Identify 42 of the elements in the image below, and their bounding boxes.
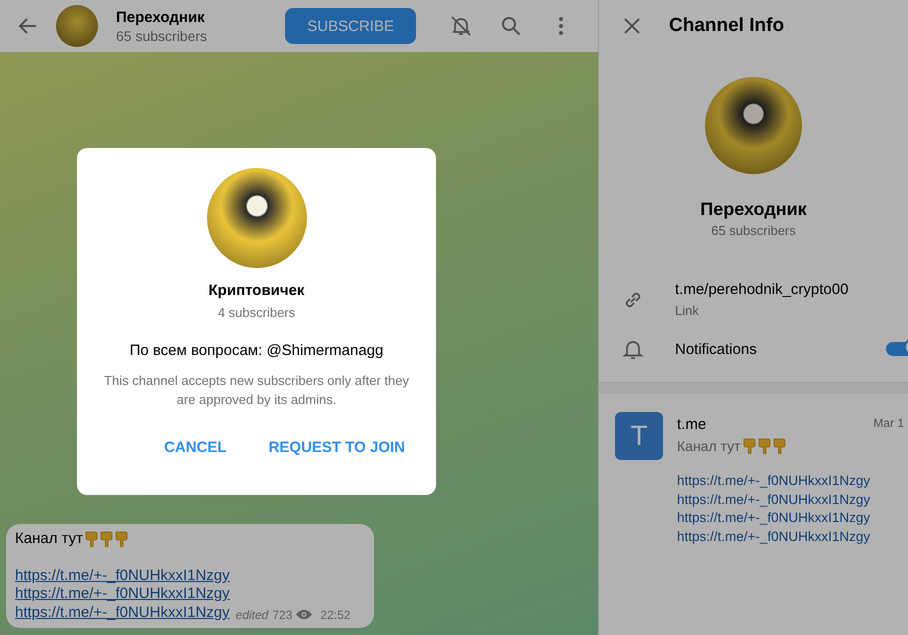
post-link[interactable]: https://t.me/+-_f0NUHkxxI1Nzgy xyxy=(677,472,870,490)
edited-label: edited xyxy=(236,606,268,624)
post-text: Канал тут xyxy=(677,438,740,454)
post-link[interactable]: https://t.me/+-_f0NUHkxxI1Nzgy xyxy=(677,490,870,509)
search-icon[interactable] xyxy=(499,14,523,38)
channel-title: Переходник xyxy=(116,8,206,26)
channel-link[interactable]: t.me/perehodnik_crypto00 xyxy=(675,281,848,298)
subscriber-count: 65 subscribers xyxy=(710,223,797,238)
channel-name: Переходник xyxy=(699,199,808,220)
close-icon[interactable] xyxy=(623,17,641,35)
post-link[interactable]: https://t.me/+-_f0NUHkxxI1Nzgy xyxy=(677,528,870,546)
bell-icon xyxy=(622,338,644,360)
notifications-label: Notifications xyxy=(675,340,757,358)
pointing-down-hand-icon xyxy=(115,530,128,547)
pointing-down-hand-icon xyxy=(742,438,756,454)
message-text: Канал тут xyxy=(15,530,84,548)
pointing-down-hand-icon xyxy=(758,438,770,454)
view-count: 723 xyxy=(272,606,292,624)
channel-name: Криптовичек xyxy=(208,282,304,299)
link-label: Link xyxy=(675,303,700,318)
dialog-button[interactable]: REQUEST TO JOIN xyxy=(268,439,405,456)
approval-notice: This channel accepts new subscribers only after they are approved by its admins. xyxy=(103,372,410,409)
post-title: t.me xyxy=(677,416,706,433)
message-link[interactable]: https://t.me/+-_f0NUHkxxI1Nzgy xyxy=(15,604,230,622)
channel-avatar[interactable] xyxy=(56,5,98,47)
pointing-down-hand-icon xyxy=(100,530,114,547)
channel-description: По всем вопросам: @Shimermanagg xyxy=(130,342,384,359)
message-time: 22:52 xyxy=(320,606,350,624)
pointing-down-hand-icon xyxy=(772,438,786,454)
panel-title: Channel Info xyxy=(669,15,784,37)
subscriber-count: 4 subscribers xyxy=(218,305,296,320)
pointing-down-hand-icon xyxy=(85,530,98,547)
post-link[interactable]: https://t.me/+-_f0NUHkxxI1Nzgy xyxy=(677,509,870,528)
subscribe-button[interactable]: SUBSCRIBE xyxy=(285,8,416,44)
post-date: Mar 1 xyxy=(873,416,904,432)
subscriber-count: 65 subscribers xyxy=(116,28,208,44)
eye-icon xyxy=(296,609,312,620)
muted-bell-icon[interactable] xyxy=(449,14,473,38)
post-avatar: T xyxy=(615,412,663,460)
message-link[interactable]: https://t.me/+-_f0NUHkxxI1Nzgy xyxy=(15,585,230,604)
dialog-button[interactable]: CANCEL xyxy=(164,439,227,456)
message-link[interactable]: https://t.me/+-_f0NUHkxxI1Nzgy xyxy=(15,566,230,585)
